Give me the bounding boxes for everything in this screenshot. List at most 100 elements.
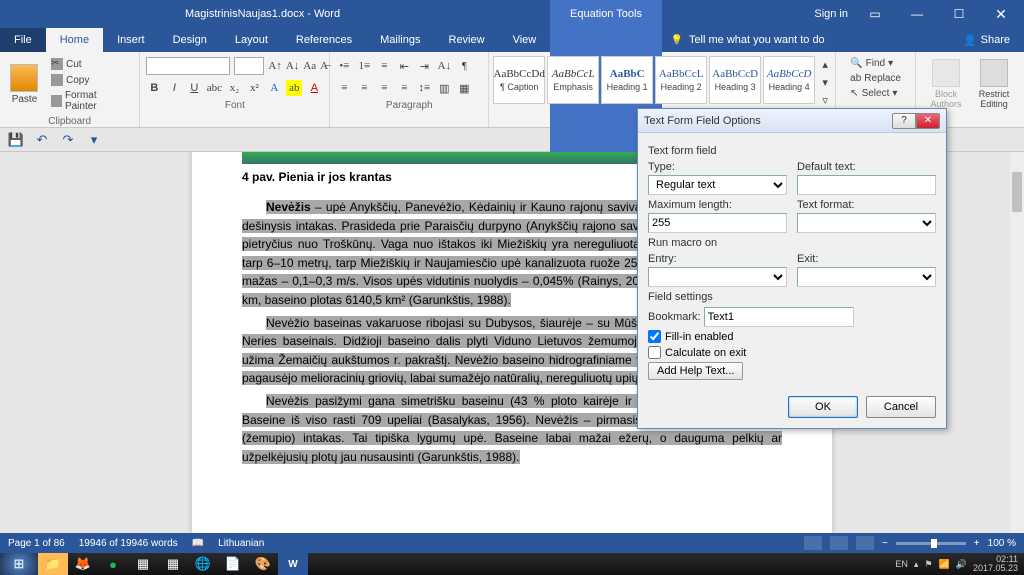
inc-indent-button[interactable]: ⇥	[416, 58, 432, 74]
underline-button[interactable]: U	[186, 80, 202, 96]
font-size-select[interactable]	[234, 57, 264, 75]
dialog-titlebar[interactable]: Text Form Field Options ? ✕	[638, 109, 946, 133]
numbering-button[interactable]: 1≡	[356, 58, 372, 74]
dec-indent-button[interactable]: ⇤	[396, 58, 412, 74]
copy-button[interactable]: Copy	[47, 73, 129, 87]
paste-button[interactable]: Paste	[6, 55, 43, 113]
calc-checkbox-row[interactable]: Calculate on exit	[648, 346, 936, 359]
bullets-button[interactable]: •≡	[336, 58, 352, 74]
taskbar-explorer[interactable]: 📁	[38, 553, 68, 575]
tab-view[interactable]: View	[499, 28, 551, 52]
dialog-help-button[interactable]: ?	[892, 113, 916, 129]
tab-layout[interactable]: Layout	[221, 28, 282, 52]
calc-checkbox[interactable]	[648, 346, 661, 359]
add-help-text-button[interactable]: Add Help Text...	[648, 362, 743, 380]
type-select[interactable]: Regular text	[648, 175, 787, 195]
tab-home[interactable]: Home	[46, 28, 103, 52]
undo-button[interactable]: ↶	[34, 132, 50, 148]
default-text-input[interactable]	[797, 175, 936, 195]
taskbar-chrome[interactable]: 🌐	[188, 553, 218, 575]
language-indicator[interactable]: Lithuanian	[218, 538, 264, 549]
strike-button[interactable]: abc	[206, 80, 222, 96]
word-count[interactable]: 19946 of 19946 words	[79, 538, 178, 549]
entry-macro-select[interactable]	[648, 267, 787, 287]
subscript-button[interactable]: x₂	[226, 80, 242, 96]
ok-button[interactable]: OK	[788, 396, 858, 418]
text-format-select[interactable]	[797, 213, 936, 233]
shrink-font-button[interactable]: A↓	[286, 58, 299, 74]
font-color-button[interactable]: A	[306, 80, 322, 96]
minimize-button[interactable]: —	[902, 7, 932, 21]
tab-insert[interactable]: Insert	[103, 28, 159, 52]
styles-up-button[interactable]: ▴	[817, 56, 833, 72]
tray-show-hidden-icon[interactable]: ▴	[914, 559, 919, 570]
zoom-out-button[interactable]: −	[882, 538, 888, 549]
cut-button[interactable]: ✂Cut	[47, 57, 129, 71]
font-family-select[interactable]	[146, 57, 230, 75]
line-spacing-button[interactable]: ↕≡	[416, 80, 432, 96]
print-layout-button[interactable]	[830, 536, 848, 550]
tab-references[interactable]: References	[282, 28, 366, 52]
scrollbar-thumb[interactable]	[1012, 172, 1022, 212]
tab-design[interactable]: Design	[159, 28, 221, 52]
style-heading2[interactable]: AaBbCcLHeading 2	[655, 56, 707, 104]
borders-button[interactable]: ▦	[456, 80, 472, 96]
maximize-button[interactable]: ☐	[944, 7, 974, 21]
page-indicator[interactable]: Page 1 of 86	[8, 538, 65, 549]
change-case-button[interactable]: Aa	[303, 58, 316, 74]
fillin-checkbox-row[interactable]: Fill-in enabled	[648, 330, 936, 343]
align-left-button[interactable]: ≡	[336, 80, 352, 96]
zoom-in-button[interactable]: +	[974, 538, 980, 549]
style-heading4[interactable]: AaBbCcDHeading 4	[763, 56, 815, 104]
taskbar-app1[interactable]: ▦	[128, 553, 158, 575]
styles-down-button[interactable]: ▾	[817, 74, 833, 90]
shading-button[interactable]: ▥	[436, 80, 452, 96]
read-mode-button[interactable]	[804, 536, 822, 550]
tab-review[interactable]: Review	[435, 28, 499, 52]
tab-mailings[interactable]: Mailings	[366, 28, 434, 52]
tray-clock[interactable]: 02:11 2017.05.23	[973, 555, 1018, 573]
redo-button[interactable]: ↷	[60, 132, 76, 148]
superscript-button[interactable]: x²	[246, 80, 262, 96]
style-caption[interactable]: AaBbCcDd¶ Caption	[493, 56, 545, 104]
max-length-input[interactable]	[648, 213, 787, 233]
close-button[interactable]: ✕	[986, 6, 1016, 23]
tell-me-search[interactable]: Tell me what you want to do	[656, 28, 838, 52]
tray-lang[interactable]: EN	[895, 559, 908, 569]
qat-customize-button[interactable]: ▾	[86, 132, 102, 148]
replace-button[interactable]: abReplace	[846, 72, 905, 85]
taskbar-word[interactable]: W	[278, 553, 308, 575]
restrict-editing-button[interactable]: Restrict Editing	[970, 55, 1018, 113]
taskbar-app3[interactable]: 📄	[218, 553, 248, 575]
save-button[interactable]: 💾	[8, 132, 24, 148]
taskbar-spotify[interactable]: ●	[98, 553, 128, 575]
tray-network-icon[interactable]: 📶	[939, 559, 950, 570]
tray-flag-icon[interactable]: ⚑	[924, 559, 932, 570]
italic-button[interactable]: I	[166, 80, 182, 96]
find-button[interactable]: 🔍Find ▾	[846, 57, 905, 70]
select-button[interactable]: ↖Select ▾	[846, 87, 905, 100]
text-effects-button[interactable]: A	[266, 80, 282, 96]
spellcheck-icon[interactable]: 📖	[192, 538, 204, 549]
exit-macro-select[interactable]	[797, 267, 936, 287]
start-button[interactable]: ⊞	[0, 553, 38, 575]
web-layout-button[interactable]	[856, 536, 874, 550]
tab-file[interactable]: File	[0, 28, 46, 52]
cancel-button[interactable]: Cancel	[866, 396, 936, 418]
taskbar-app2[interactable]: ▦	[158, 553, 188, 575]
format-painter-button[interactable]: Format Painter	[47, 89, 129, 113]
zoom-slider[interactable]	[896, 542, 966, 545]
dialog-close-button[interactable]: ✕	[916, 113, 940, 129]
sign-in-link[interactable]: Sign in	[814, 8, 848, 20]
tray-volume-icon[interactable]: 🔊	[956, 559, 967, 570]
clear-formatting-button[interactable]: A̶	[320, 58, 328, 74]
style-heading3[interactable]: AaBbCcDHeading 3	[709, 56, 761, 104]
sort-button[interactable]: A↓	[436, 58, 452, 74]
style-heading1[interactable]: AaBbCHeading 1	[601, 56, 653, 104]
show-marks-button[interactable]: ¶	[456, 58, 472, 74]
multilevel-button[interactable]: ≡	[376, 58, 392, 74]
taskbar-firefox[interactable]: 🦊	[68, 553, 98, 575]
justify-button[interactable]: ≡	[396, 80, 412, 96]
highlight-button[interactable]: ab	[286, 80, 302, 96]
zoom-level[interactable]: 100 %	[988, 538, 1016, 549]
